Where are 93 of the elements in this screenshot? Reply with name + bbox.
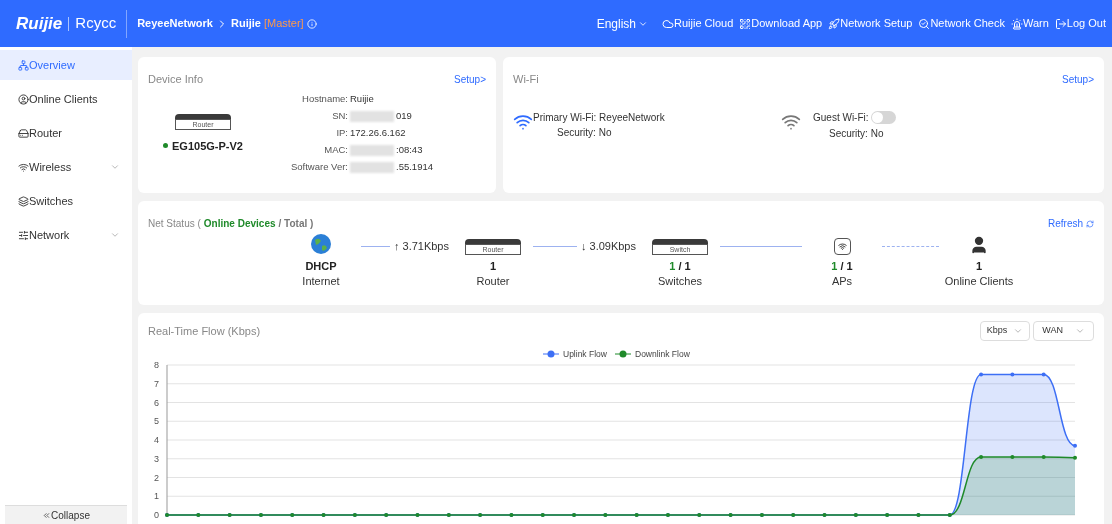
field-label: MAC:	[323, 142, 348, 157]
port-select[interactable]: WAN	[1033, 321, 1094, 341]
node-label: Online Clients	[944, 274, 1014, 289]
header-link[interactable]: Log Out	[1054, 15, 1106, 32]
access-point-icon	[833, 238, 851, 255]
header-link[interactable]: Network Setup	[828, 15, 913, 32]
node-count: 1	[831, 259, 838, 273]
field-value: Ruijie	[350, 91, 374, 106]
online-legend: Online Devices	[203, 216, 276, 231]
node-count: DHCP	[305, 259, 337, 273]
node-label: Router	[476, 274, 510, 289]
node-count: 1	[669, 259, 676, 273]
user-circle-icon	[18, 93, 29, 105]
drive-icon	[18, 127, 29, 139]
search-check-icon	[918, 17, 931, 30]
field-label: SN:	[331, 108, 348, 123]
breadcrumb-link[interactable]: ReyeeNetwork	[137, 15, 213, 32]
header-link[interactable]: Ruijie Cloud	[662, 15, 734, 32]
card-title: Real-Time Flow (Kbps)	[148, 323, 261, 339]
qr-code-icon	[739, 17, 752, 30]
y-tick-label: 4	[154, 435, 159, 445]
card-title: Device Info	[148, 72, 204, 87]
y-tick-label: 0	[154, 510, 159, 520]
field-value: .55.1914	[396, 159, 433, 174]
legend-label: Uplink Flow	[563, 349, 607, 359]
y-tick-label: 6	[154, 397, 159, 408]
y-tick-label: 8	[154, 360, 159, 370]
field-label: Software Ver:	[289, 159, 348, 174]
card-title: Net Status (	[148, 217, 201, 231]
field-value: :08:43	[396, 142, 423, 157]
layers-icon	[18, 195, 29, 207]
cloud-icon	[662, 17, 674, 30]
sidebar-item[interactable]: Overview	[0, 50, 132, 80]
setup-link[interactable]: Setup>	[454, 71, 486, 88]
sidebar-item[interactable]: Wireless	[0, 152, 132, 182]
node-total: / 1	[678, 259, 691, 273]
sidebar-item[interactable]: Online Clients	[0, 84, 132, 114]
sidebar-item[interactable]: Switches	[0, 186, 132, 216]
breadcrumb-current: Ruijie	[230, 16, 261, 32]
device-model: EG105G-P-V2	[172, 138, 243, 154]
person-icon	[969, 235, 989, 255]
language-select[interactable]: English	[596, 14, 648, 33]
chevron-down-icon	[1013, 326, 1024, 336]
logout-icon	[1054, 17, 1067, 30]
field-value: 172.26.6.162	[350, 125, 406, 140]
header-link[interactable]: Warn	[1011, 15, 1049, 32]
y-tick-label: 1	[154, 491, 159, 502]
field-label: IP:	[335, 125, 348, 140]
rate-text: ↓ 3.09Kbps	[579, 238, 637, 254]
y-tick-label: 2	[154, 472, 159, 483]
setup-link[interactable]: Setup>	[1062, 71, 1094, 88]
logo: Ruijie	[16, 12, 63, 35]
card-title: Wi-Fi	[513, 72, 539, 87]
wifi-icon	[18, 161, 29, 173]
security-text: Security: No	[829, 126, 885, 141]
y-tick-label: 3	[154, 453, 159, 464]
legend-label: Downlink Flow	[635, 349, 690, 359]
rocket-icon	[828, 17, 841, 30]
guest-wifi-toggle[interactable]	[870, 110, 896, 124]
legend-marker	[614, 350, 632, 358]
refresh-icon	[1086, 219, 1094, 228]
node-label: APs	[831, 274, 853, 289]
header-link[interactable]: Download App	[739, 15, 823, 32]
guest-wifi-label: Guest Wi-Fi:	[813, 110, 869, 125]
node-label: Internet	[302, 274, 340, 289]
primary-wifi-text: Primary Wi-Fi: ReyeeNetwork	[533, 110, 665, 125]
double-chevron-left-icon	[42, 510, 52, 520]
node-total: / 1	[840, 259, 853, 273]
network-icon	[18, 59, 29, 71]
refresh-button[interactable]: Refresh	[1048, 216, 1094, 231]
logo: Rcycc	[75, 13, 117, 34]
node-label: Switches	[658, 274, 702, 289]
legend-marker	[542, 350, 560, 358]
total-legend: / Total )	[278, 216, 314, 231]
field-value: 019	[396, 108, 412, 123]
field-label: Hostname:	[301, 91, 348, 106]
y-tick-label: 7	[154, 378, 159, 389]
sliders-icon	[18, 229, 29, 241]
collapse-button[interactable]: Collapse	[5, 505, 127, 524]
rate-text: ↑ 3.71Kbps	[392, 238, 450, 254]
globe-icon	[310, 233, 332, 255]
chevron-down-icon	[1075, 326, 1085, 336]
unit-select[interactable]: Kbps	[979, 321, 1031, 341]
info-icon[interactable]	[306, 18, 317, 29]
node-count: 1	[489, 259, 497, 273]
siren-icon	[1011, 17, 1023, 30]
sidebar-item[interactable]: Router	[0, 118, 132, 148]
role-label: [Master]	[263, 16, 304, 32]
header-link[interactable]: Network Check	[918, 15, 1005, 32]
y-tick-label: 5	[154, 416, 159, 427]
sidebar-item[interactable]: Network	[0, 220, 132, 250]
security-text: Security: No	[557, 125, 613, 140]
node-count: 1	[975, 259, 983, 273]
